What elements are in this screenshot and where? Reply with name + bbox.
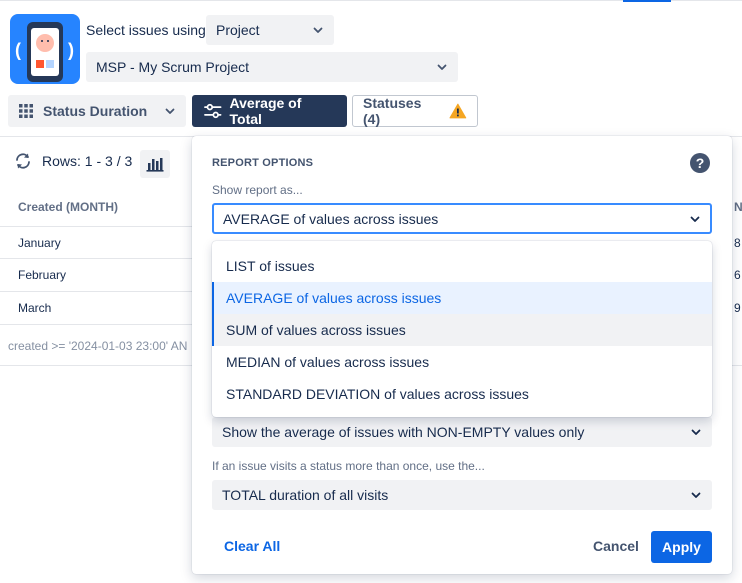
nonempty-values-select[interactable]: Show the average of issues with NON-EMPT… <box>212 417 712 447</box>
rows-count: Rows: 1 - 3 / 3 <box>42 153 133 169</box>
table-row: March <box>18 301 52 315</box>
clear-all-button[interactable]: Clear All <box>224 538 280 554</box>
report-type-menu: LIST of issues AVERAGE of values across … <box>212 241 712 417</box>
table-cell-fragment: 6 <box>734 268 741 282</box>
phone-icon <box>27 22 63 82</box>
active-tab-indicator <box>623 0 671 2</box>
menu-item-list[interactable]: LIST of issues <box>212 250 712 282</box>
average-of-total-label: Average of Total <box>229 95 302 127</box>
statuses-label: Statuses (4) <box>363 95 422 127</box>
nonempty-values-value: Show the average of issues with NON-EMPT… <box>222 424 585 440</box>
visits-label: If an issue visits a status more than on… <box>212 459 485 473</box>
chevron-down-icon <box>691 429 701 435</box>
chart-button[interactable] <box>140 150 170 178</box>
show-report-as-select[interactable]: AVERAGE of values across issues <box>212 203 712 234</box>
visits-duration-value: TOTAL duration of all visits <box>222 487 389 503</box>
show-report-as-label: Show report as... <box>212 183 303 197</box>
warning-icon <box>449 103 467 119</box>
refresh-icon[interactable] <box>14 152 32 170</box>
table-row: January <box>18 236 61 250</box>
chevron-down-icon <box>165 108 175 114</box>
status-duration-button[interactable]: Status Duration <box>8 95 186 127</box>
jql-filter-text: created >= '2024-01-03 23:00' AN <box>8 339 188 353</box>
help-icon[interactable]: ? <box>690 153 710 173</box>
apply-button[interactable]: Apply <box>651 531 712 563</box>
column-header-fragment: N <box>734 200 742 214</box>
chevron-down-icon <box>437 64 447 70</box>
panel-title: REPORT OPTIONS <box>212 157 314 169</box>
column-header-created-month[interactable]: Created (MONTH) <box>18 200 118 214</box>
chevron-down-icon <box>313 27 323 33</box>
menu-item-average[interactable]: AVERAGE of values across issues <box>212 282 712 314</box>
visits-duration-select[interactable]: TOTAL duration of all visits <box>212 480 712 510</box>
app-logo: ( ) <box>10 14 80 84</box>
rows-bar: Rows: 1 - 3 / 3 <box>14 152 132 170</box>
menu-item-standard-deviation[interactable]: STANDARD DEVIATION of values across issu… <box>212 378 712 410</box>
table-row: February <box>18 268 67 282</box>
average-of-total-button[interactable]: Average of Total <box>192 95 347 127</box>
project-value: MSP - My Scrum Project <box>96 59 249 75</box>
bar-chart-icon <box>146 158 164 172</box>
status-duration-label: Status Duration <box>43 103 148 119</box>
source-type-value: Project <box>216 22 260 38</box>
show-report-as-value: AVERAGE of values across issues <box>223 210 439 227</box>
statuses-button[interactable]: Statuses (4) <box>352 95 478 127</box>
chevron-down-icon <box>690 216 700 222</box>
chevron-down-icon <box>691 492 701 498</box>
project-dropdown[interactable]: MSP - My Scrum Project <box>86 52 458 82</box>
table-cell-fragment: 9 <box>734 301 741 315</box>
cancel-button[interactable]: Cancel <box>593 538 639 554</box>
menu-item-median[interactable]: MEDIAN of values across issues <box>212 346 712 378</box>
menu-item-sum[interactable]: SUM of values across issues <box>212 314 712 346</box>
sliders-icon <box>204 103 222 119</box>
grid-icon <box>19 104 33 118</box>
table-cell-fragment: 8 <box>734 236 741 250</box>
select-issues-label: Select issues using <box>86 22 206 38</box>
source-type-dropdown[interactable]: Project <box>206 15 334 45</box>
